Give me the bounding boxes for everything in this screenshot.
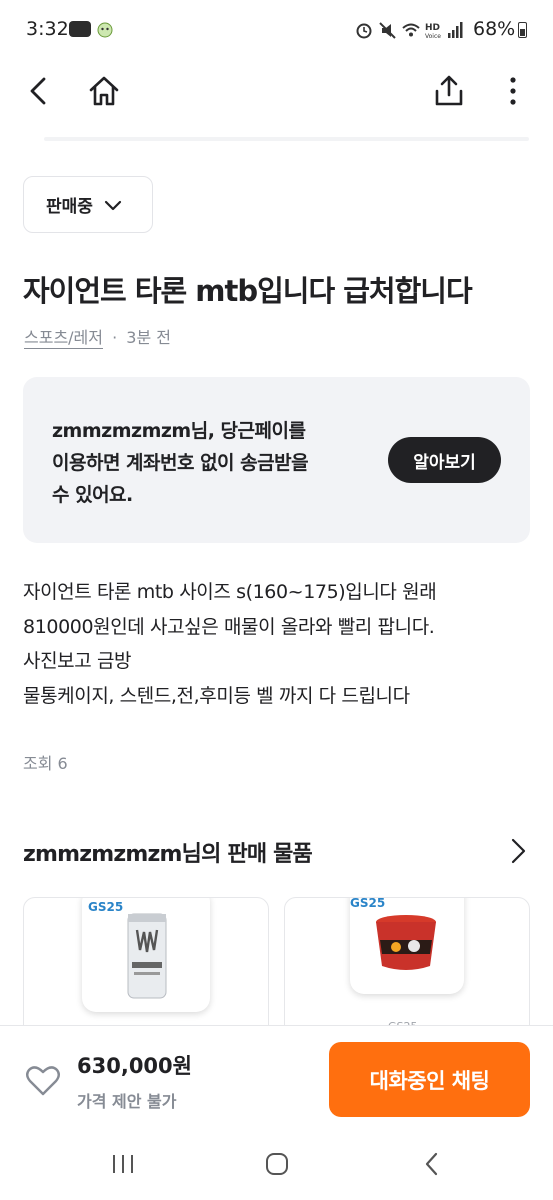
wifi-icon [402, 23, 420, 37]
meta-separator: · [112, 328, 118, 347]
system-back-icon[interactable] [412, 1148, 452, 1180]
chevron-right-icon[interactable] [505, 836, 531, 866]
home-icon[interactable] [81, 68, 127, 114]
listing-title: 자이언트 타론 mtb입니다 급처합니다 [23, 274, 473, 308]
status-bar: 3:32 HD Voice 68% [0, 0, 553, 60]
hd-voice-icon: HD Voice [425, 23, 441, 40]
top-app-bar [0, 60, 553, 122]
back-icon[interactable] [16, 68, 62, 114]
more-icon[interactable] [490, 68, 536, 114]
recent-apps-icon[interactable] [103, 1148, 143, 1180]
mute-icon [379, 22, 396, 39]
listing-meta: 스포츠/레저 · 3분 전 [24, 324, 171, 348]
svg-text:Voice: Voice [425, 33, 441, 40]
battery-icon [518, 22, 527, 38]
svg-text:HD: HD [425, 23, 440, 33]
description-line: 물통케이지, 스텐드,전,후미등 벨 까지 다 드립니다 [23, 684, 410, 707]
description-line: 810000원인데 사고싶은 매물이 올라와 빨리 팝니다. [23, 615, 435, 638]
listing-description: 자이언트 타론 mtb 사이즈 s(160~175)입니다 원래 810000원… [23, 575, 533, 713]
product-thumbnail: GS25 [350, 897, 464, 994]
system-status-icons: HD Voice [356, 22, 463, 40]
bottom-action-bar: 630,000원 가격 제안 불가 대화중인 채팅 [0, 1025, 553, 1128]
status-time: 3:32 [26, 18, 69, 40]
share-icon[interactable] [426, 68, 472, 114]
system-nav-bar [0, 1128, 553, 1200]
description-line: 사진보고 금방 [23, 650, 132, 672]
view-count: 조회 6 [23, 754, 68, 773]
cup-noodle-image [376, 915, 436, 970]
store-badge: GS25 [350, 897, 386, 910]
product-thumbnail: GS25 [82, 898, 210, 1012]
sale-status-dropdown[interactable]: 판매중 [23, 176, 153, 233]
sale-status-label: 판매중 [46, 197, 93, 217]
store-badge: GS25 [88, 900, 124, 914]
heart-icon[interactable] [25, 1065, 61, 1097]
notification-app-icon [69, 21, 91, 37]
battery-level: 68% [473, 18, 516, 40]
home-button-icon[interactable] [257, 1148, 297, 1180]
signal-icon [448, 22, 463, 38]
posted-time: 3분 전 [126, 328, 171, 347]
learn-more-button[interactable]: 알아보기 [388, 437, 501, 483]
chevron-down-icon [104, 200, 122, 210]
energy-drink-can-image [127, 913, 167, 999]
price-offer-note: 가격 제안 불가 [77, 1092, 177, 1111]
chat-button[interactable]: 대화중인 채팅 [329, 1042, 530, 1117]
price: 630,000원 [77, 1054, 192, 1078]
alarm-icon [356, 23, 372, 39]
pay-banner-text: zmmzmzmzm님, 당근페이를 이용하면 계좌번호 없이 송금받을 수 있어… [52, 420, 309, 506]
image-pager-edge [44, 137, 529, 141]
category-link[interactable]: 스포츠/레저 [24, 328, 103, 347]
description-line: 자이언트 타론 mtb 사이즈 s(160~175)입니다 원래 [23, 581, 437, 603]
seller-items-title[interactable]: zmmzmzmzm님의 판매 물품 [23, 836, 313, 868]
notification-character-icon [97, 22, 113, 38]
pay-banner: zmmzmzmzm님, 당근페이를 이용하면 계좌번호 없이 송금받을 수 있어… [23, 377, 530, 543]
